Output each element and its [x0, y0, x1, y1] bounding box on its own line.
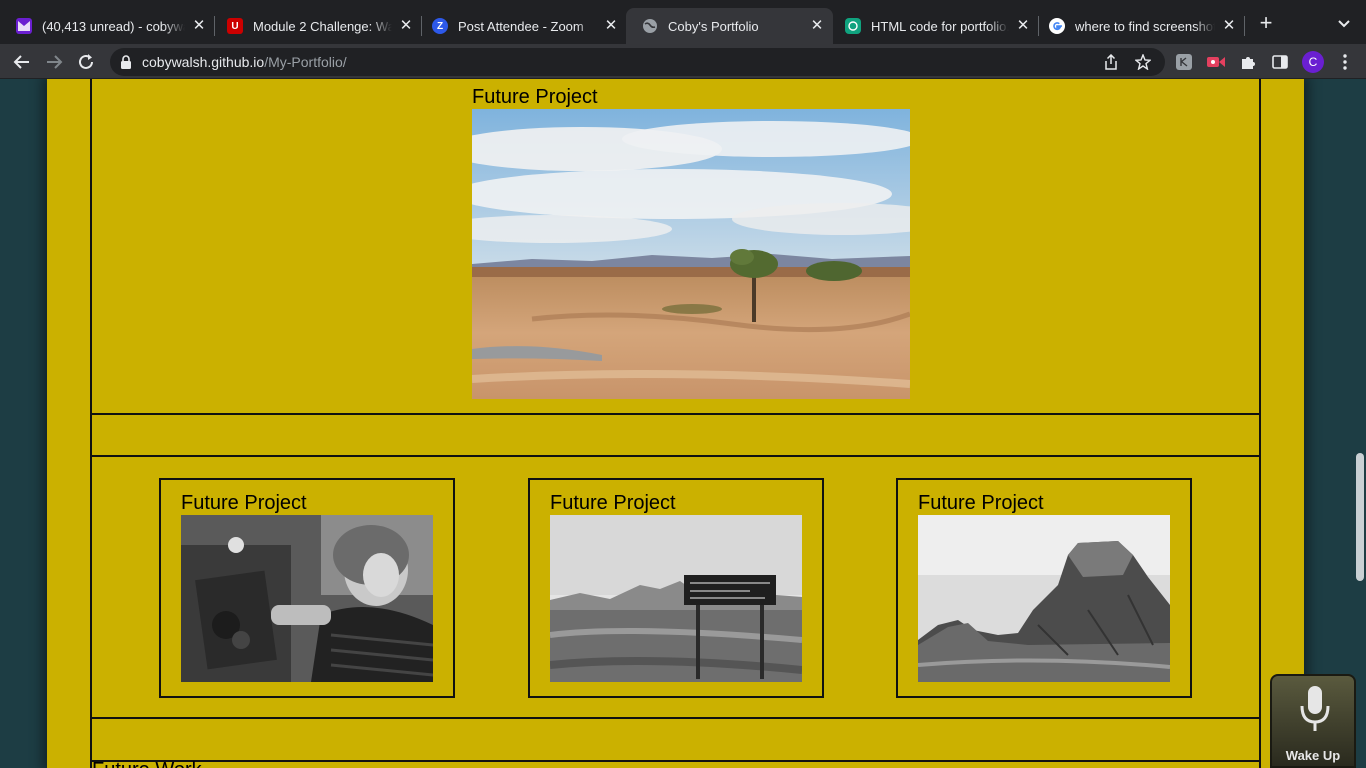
extension-icon[interactable] — [1172, 50, 1196, 74]
puzzle-icon[interactable] — [1236, 50, 1260, 74]
close-icon[interactable]: ✕ — [1221, 18, 1237, 34]
section-divider — [91, 760, 1261, 762]
section-border-left — [90, 79, 92, 768]
mail-icon — [16, 18, 32, 34]
close-icon[interactable]: ✕ — [398, 18, 414, 34]
globe-icon — [642, 18, 658, 34]
project-card: Future Project — [159, 478, 455, 698]
page-scrollbar[interactable] — [1352, 79, 1366, 768]
address-bar[interactable]: cobywalsh.github.io/My-Portfolio/ — [110, 48, 1165, 76]
tab-title: Post Attendee - Zoom — [458, 18, 584, 34]
u-icon: U — [227, 18, 243, 34]
tab-title: Module 2 Challenge: Walkthrough — [253, 18, 392, 34]
wake-up-label: Wake Up — [1285, 748, 1341, 763]
project-card: Future Project — [528, 478, 824, 698]
tab-module-2[interactable]: U Module 2 Challenge: Walkthrough ✕ — [211, 8, 422, 44]
screen-recorder-icon[interactable] — [1204, 50, 1228, 74]
chevron-down-icon[interactable] — [1334, 14, 1354, 34]
close-icon[interactable]: ✕ — [1015, 18, 1031, 34]
reload-icon — [79, 54, 93, 69]
portfolio-page: Future Project Future Project Future Pro… — [47, 79, 1304, 768]
wake-up-widget[interactable]: Wake Up — [1270, 674, 1356, 768]
tab-strip: (40,413 unread) - cobywalsh@gmail.com ✕ … — [0, 0, 1366, 44]
back-button[interactable] — [10, 50, 34, 74]
section-divider — [91, 717, 1261, 719]
section-divider — [91, 413, 1261, 415]
project-title: Future Project — [181, 492, 307, 514]
tab-google-search[interactable]: where to find screenshots ✕ — [1033, 8, 1245, 44]
tab-separator — [1244, 16, 1245, 36]
desert-juniper-tree-photo[interactable] — [472, 109, 910, 399]
chatgpt-icon — [845, 18, 861, 34]
park-sign-bw-photo[interactable] — [550, 515, 802, 682]
tab-cobys-portfolio[interactable]: Coby's Portfolio ✕ — [626, 8, 833, 44]
side-panel-icon[interactable] — [1268, 50, 1292, 74]
web-viewport: Future Project Future Project Future Pro… — [0, 79, 1366, 768]
top-project-title: Future Project — [472, 86, 598, 108]
mesa-cliff-bw-photo[interactable] — [918, 515, 1170, 682]
tab-title: HTML code for portfolio. — [871, 18, 1009, 34]
microphone-icon — [1300, 686, 1330, 739]
forward-button[interactable] — [42, 50, 66, 74]
url-path: /My-Portfolio/ — [264, 54, 347, 70]
tab-zoom[interactable]: Z Post Attendee - Zoom ✕ — [416, 8, 627, 44]
close-icon[interactable]: ✕ — [603, 18, 619, 34]
bookmark-star-icon[interactable] — [1134, 53, 1152, 71]
new-tab-button[interactable]: + — [1254, 12, 1278, 36]
tab-chatgpt[interactable]: HTML code for portfolio. ✕ — [829, 8, 1039, 44]
close-icon[interactable]: ✕ — [191, 18, 207, 34]
tab-title: Coby's Portfolio — [668, 18, 759, 34]
section-border-right — [1259, 79, 1261, 768]
arrow-right-icon — [47, 55, 63, 69]
woman-cooking-bw-photo[interactable] — [181, 515, 433, 682]
browser-toolbar: cobywalsh.github.io/My-Portfolio/ C — [0, 44, 1366, 79]
tab-title: where to find screenshots — [1075, 18, 1215, 34]
url-host: cobywalsh.github.io — [142, 54, 265, 70]
share-icon[interactable] — [1102, 53, 1120, 71]
close-icon[interactable]: ✕ — [809, 18, 825, 34]
lock-icon[interactable] — [120, 55, 132, 74]
project-card: Future Project — [896, 478, 1192, 698]
section-divider — [91, 455, 1261, 457]
profile-avatar[interactable]: C — [1302, 51, 1324, 73]
tab-gmail[interactable]: (40,413 unread) - cobywalsh@gmail.com ✕ — [0, 8, 215, 44]
google-icon — [1049, 18, 1065, 34]
kebab-menu-icon[interactable] — [1333, 50, 1357, 74]
project-title: Future Project — [918, 492, 1044, 514]
scrollbar-thumb[interactable] — [1356, 453, 1364, 581]
tab-title: (40,413 unread) - cobywalsh@gmail.com — [42, 18, 185, 34]
project-title: Future Project — [550, 492, 676, 514]
reload-button[interactable] — [74, 50, 98, 74]
arrow-left-icon — [13, 55, 29, 69]
zoom-icon: Z — [432, 18, 448, 34]
url-text[interactable]: cobywalsh.github.io/My-Portfolio/ — [142, 54, 347, 70]
section-heading: Future Work — [92, 759, 202, 768]
